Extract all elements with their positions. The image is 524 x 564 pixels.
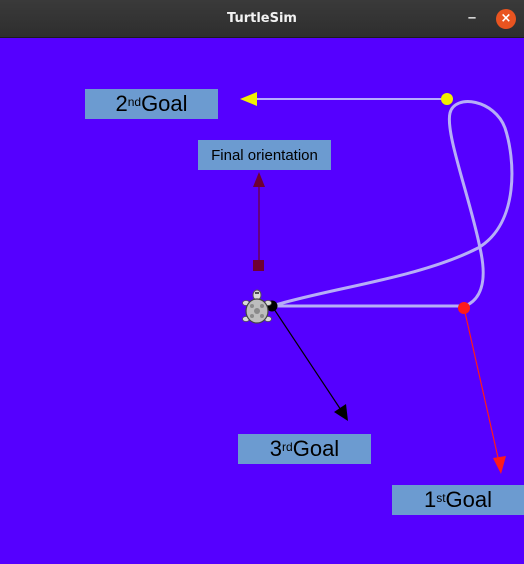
goal2-arrowhead (240, 92, 257, 106)
goal1-line (463, 307, 500, 463)
goal2-label: 2nd Goal (85, 89, 218, 119)
turtle-icon (242, 289, 272, 324)
turtlesim-canvas: 2nd Goal Final orientation 3rd Goal 1st … (0, 38, 524, 564)
goal2-label-text: Goal (141, 91, 188, 116)
goal2-label-number: 2 (115, 91, 128, 116)
minimize-icon[interactable]: – (462, 9, 482, 30)
final-arrowhead (253, 172, 265, 187)
goal3-label: 3rd Goal (238, 434, 371, 464)
goal1-arrowhead (493, 456, 506, 474)
final-orientation-text: Final orientation (211, 146, 318, 164)
turtle-path (271, 100, 514, 308)
goal3-label-suffix: rd (282, 440, 293, 454)
goal2-marker (441, 93, 453, 105)
goal3-line (271, 305, 342, 411)
goal1-label-text: Goal (445, 487, 493, 512)
window-title: TurtleSim (227, 11, 297, 26)
final-marker (253, 260, 264, 271)
goal3-arrowhead (334, 404, 348, 421)
goal1-label-number: 1 (423, 487, 437, 512)
goal2-label-suffix: nd (127, 95, 142, 109)
goal3-label-text: Goal (292, 436, 340, 461)
final-orientation-label: Final orientation (198, 140, 331, 170)
goal3-label-number: 3 (269, 436, 283, 461)
goal1-marker (458, 302, 470, 314)
window-titlebar[interactable]: TurtleSim – × (0, 0, 524, 38)
close-icon[interactable]: × (496, 9, 516, 29)
goal1-label-suffix: st (436, 491, 446, 505)
goal1-label: 1st Goal (392, 485, 524, 515)
